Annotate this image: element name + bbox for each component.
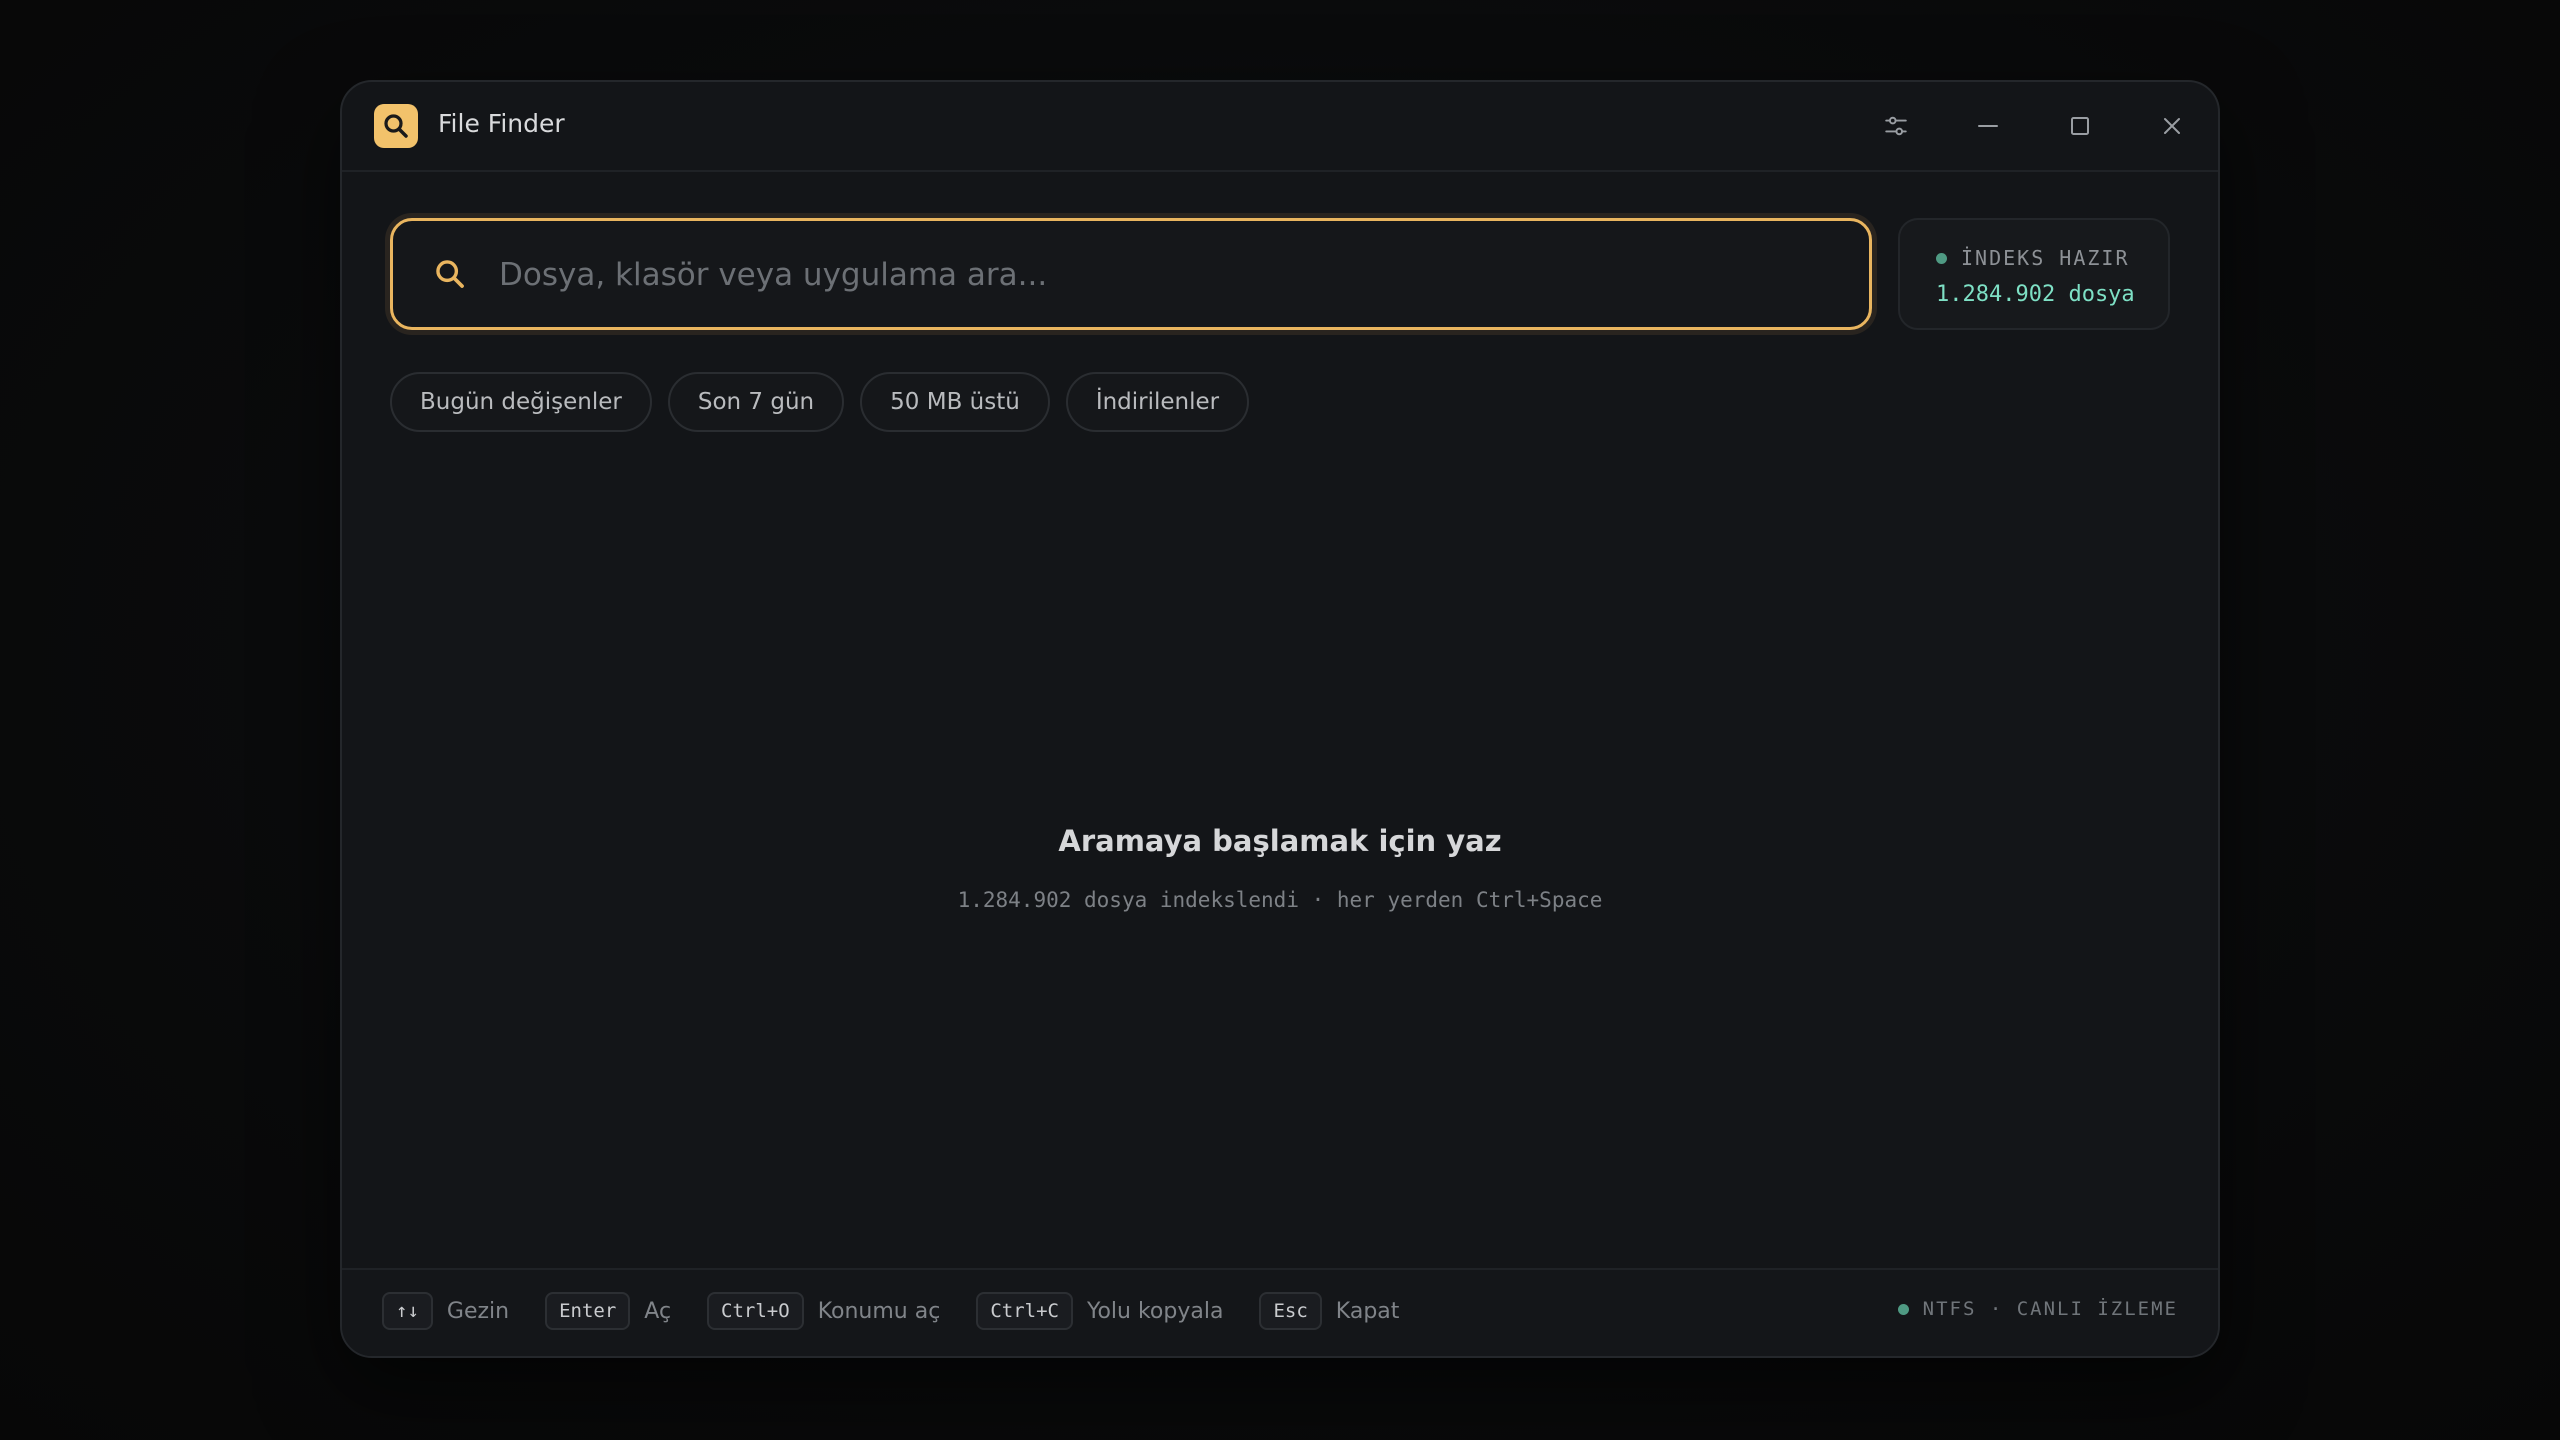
- maximize-icon: [2071, 117, 2089, 135]
- footer-status: NTFS · CANLI İZLEME: [1897, 1298, 2178, 1320]
- app-logo: [374, 104, 418, 148]
- close-icon: [2164, 118, 2180, 134]
- shortcut-label: Aç: [644, 1298, 672, 1324]
- title-bar: File Finder: [342, 82, 2218, 172]
- filter-chips: Bugün değişenler Son 7 gün 50 MB üstü İn…: [390, 372, 1250, 432]
- footer-bar: ↑↓ Gezin Enter Aç Ctrl+O Konumu aç Ctrl+…: [342, 1268, 2218, 1356]
- kbd-ctrl-o: Ctrl+O: [707, 1292, 804, 1330]
- empty-state-subtitle: 1.284.902 dosya indekslendi · her yerden…: [957, 888, 1603, 912]
- kbd-arrows: ↑↓: [382, 1292, 433, 1330]
- sliders-icon: [1885, 116, 1907, 136]
- shortcut-open-location: Ctrl+O Konumu aç: [707, 1292, 940, 1330]
- search-icon: [436, 260, 464, 288]
- index-status: İNDEKS HAZIR: [1936, 246, 2130, 270]
- search-box[interactable]: [390, 218, 1872, 330]
- shortcut-label: Yolu kopyala: [1086, 1298, 1224, 1324]
- status-dot-icon: [1897, 1303, 1909, 1315]
- index-status-label: İNDEKS HAZIR: [1961, 246, 2130, 270]
- close-button[interactable]: [2148, 102, 2196, 150]
- search-icon: [384, 114, 408, 138]
- shortcut-open: Enter Aç: [545, 1292, 671, 1330]
- shortcut-label: Gezin: [446, 1298, 510, 1324]
- filter-chip-last-7-days[interactable]: Son 7 gün: [667, 372, 845, 432]
- kbd-esc: Esc: [1259, 1292, 1322, 1330]
- app-title: File Finder: [438, 109, 565, 138]
- minimize-icon: [1978, 125, 1998, 127]
- minimize-button[interactable]: [1964, 102, 2012, 150]
- settings-button[interactable]: [1872, 102, 1920, 150]
- filter-chip-downloads[interactable]: İndirilenler: [1065, 372, 1250, 432]
- shortcut-hints: ↑↓ Gezin Enter Aç Ctrl+O Konumu aç Ctrl+…: [382, 1292, 1435, 1330]
- kbd-enter: Enter: [545, 1292, 631, 1330]
- footer-status-label: NTFS · CANLI İZLEME: [1922, 1298, 2178, 1320]
- maximize-button[interactable]: [2056, 102, 2104, 150]
- status-dot-icon: [1936, 252, 1947, 264]
- empty-state-title: Aramaya başlamak için yaz: [1058, 824, 1502, 858]
- shortcut-label: Kapat: [1335, 1298, 1400, 1324]
- filter-chip-over-50mb[interactable]: 50 MB üstü: [860, 372, 1050, 432]
- app-window: File Finder Dosya, klasör veya uygulama …: [340, 80, 2220, 1358]
- index-count: 1.284.902 dosya: [1936, 282, 2135, 307]
- shortcut-label: Konumu aç: [817, 1298, 941, 1324]
- shortcut-copy-path: Ctrl+C Yolu kopyala: [976, 1292, 1223, 1330]
- shortcut-navigate: ↑↓ Gezin: [382, 1292, 509, 1330]
- kbd-ctrl-c: Ctrl+C: [976, 1292, 1073, 1330]
- search-input[interactable]: [497, 221, 1841, 329]
- shortcut-close: Esc Kapat: [1259, 1292, 1399, 1330]
- filter-chip-today[interactable]: Bugün değişenler: [390, 372, 652, 432]
- index-status-card: İNDEKS HAZIR 1.284.902 dosya: [1898, 218, 2170, 330]
